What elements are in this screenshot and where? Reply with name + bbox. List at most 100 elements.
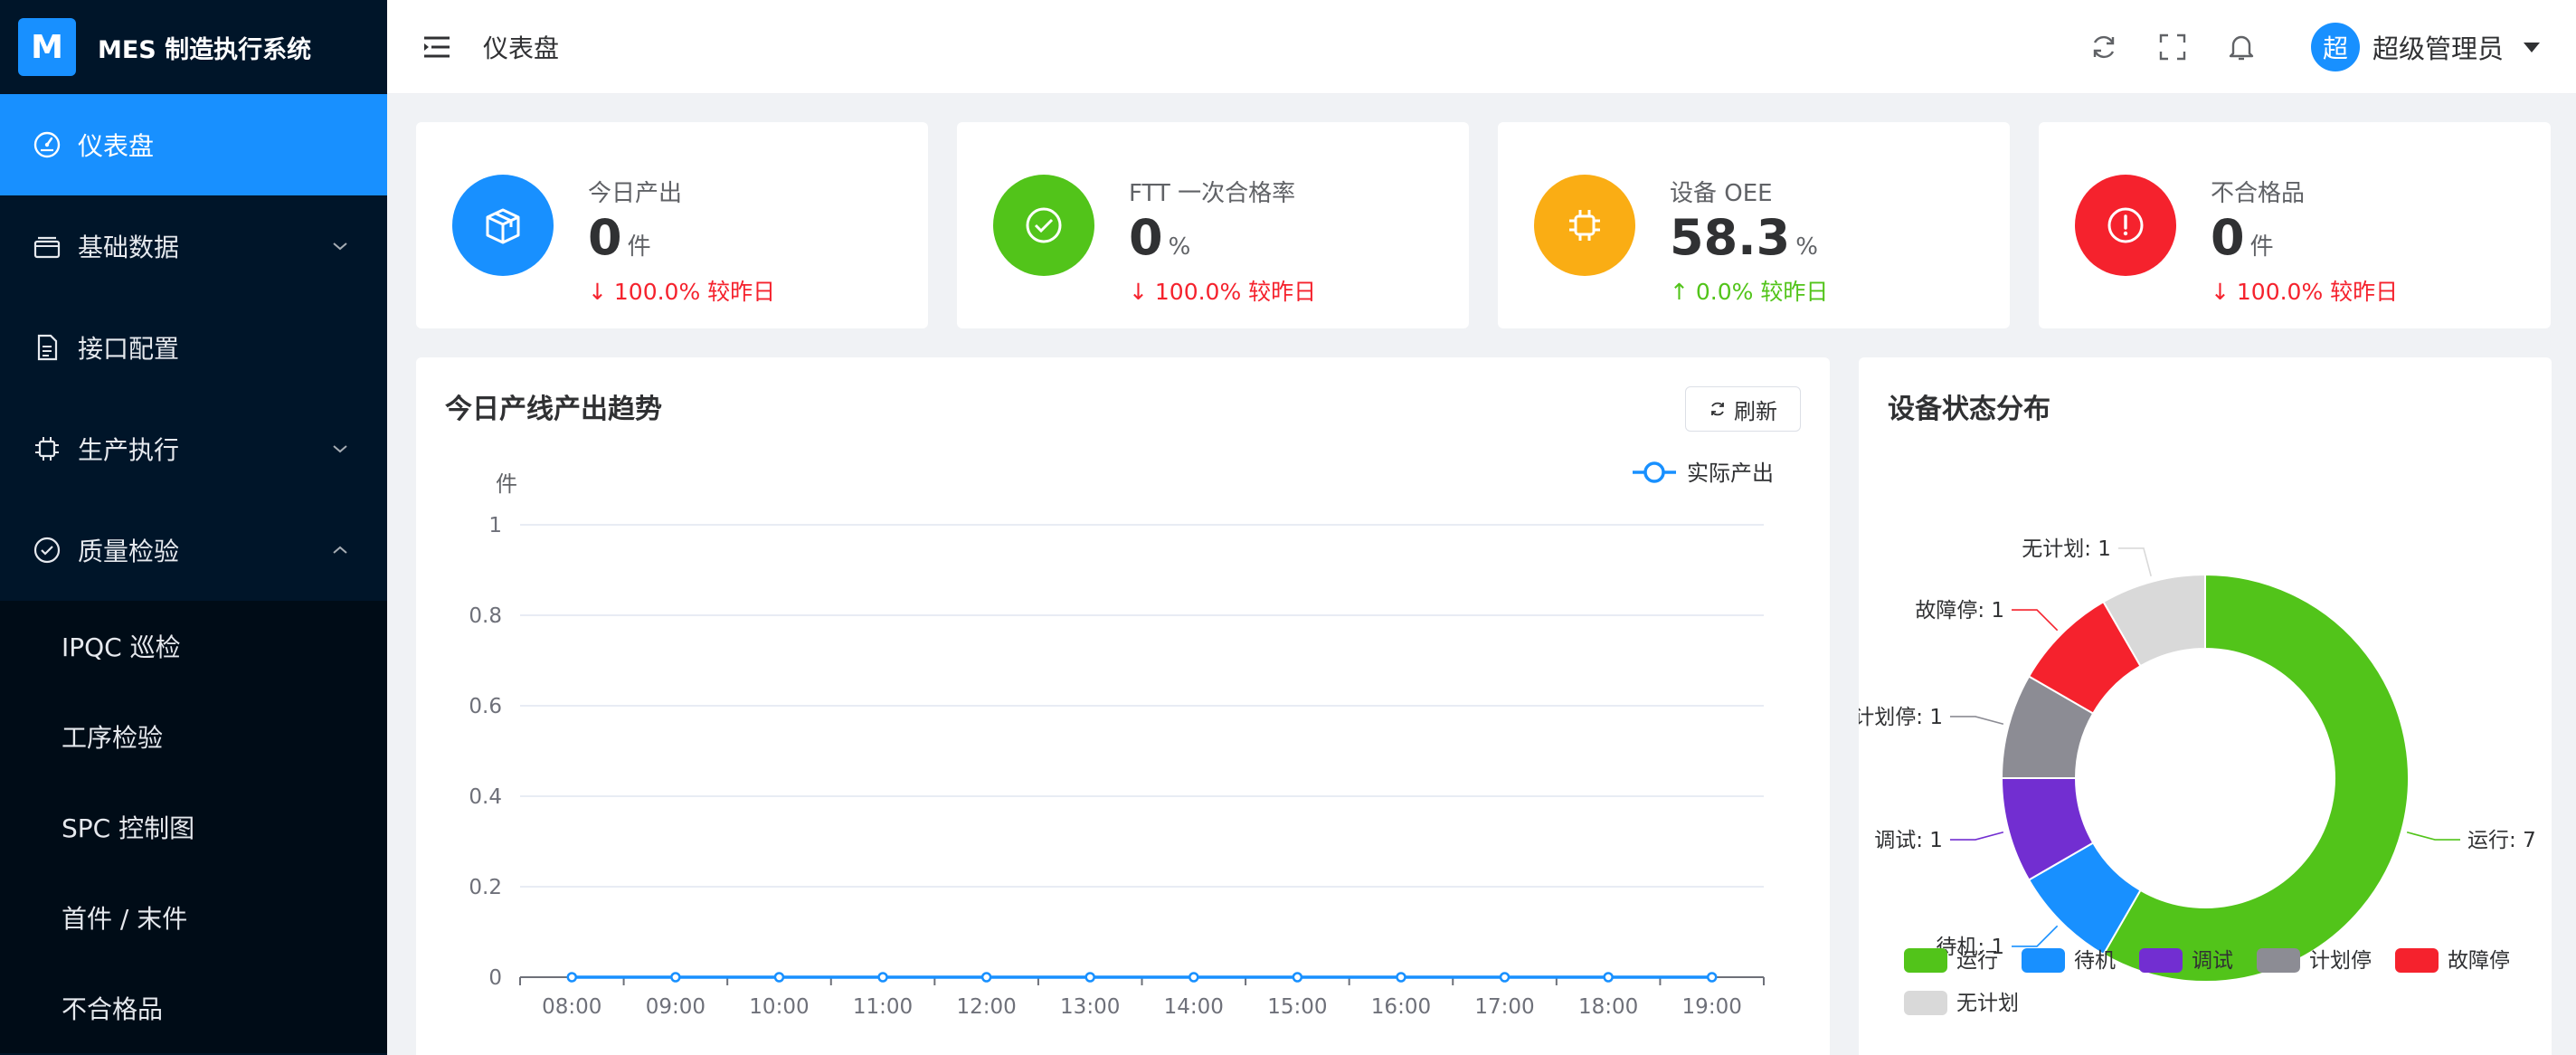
data-point bbox=[1292, 972, 1303, 983]
stat-card-oee: 设备 OEE 58.3% ↑ 0.0% 较昨日 bbox=[1498, 122, 2010, 328]
legend-label: 调试 bbox=[2192, 949, 2233, 973]
sidebar-item-label: 基础数据 bbox=[78, 233, 180, 262]
refresh-button[interactable]: 刷新 bbox=[1685, 386, 1801, 432]
x-tick-label: 16:00 bbox=[1371, 995, 1431, 1019]
caret-down-icon[interactable] bbox=[2524, 42, 2540, 52]
x-tick-label: 18:00 bbox=[1578, 995, 1638, 1019]
x-tick-label: 15:00 bbox=[1267, 995, 1327, 1019]
data-point bbox=[1706, 972, 1718, 983]
slice-label: 运行: 7 bbox=[2467, 829, 2536, 852]
avatar[interactable]: 超 bbox=[2310, 23, 2360, 71]
data-point bbox=[1084, 972, 1095, 983]
sidebar-item-base-data[interactable]: 基础数据 bbox=[0, 195, 387, 297]
stat-card-ftt: FTT 一次合格率 0% ↓ 100.0% 较昨日 bbox=[957, 122, 1469, 328]
chevron-down-icon bbox=[333, 242, 347, 251]
submenu-item-process-inspection[interactable]: 工序检验 bbox=[0, 691, 387, 782]
data-point bbox=[1499, 972, 1511, 983]
legend-label: 运行 bbox=[1956, 949, 1998, 973]
legend-label: 实际产出 bbox=[1687, 461, 1774, 486]
header-actions: 超 超级管理员 bbox=[2050, 0, 2540, 94]
submenu-item-nonconforming[interactable]: 不合格品 bbox=[0, 963, 387, 1053]
chart-title: 今日产线产出趋势 bbox=[445, 394, 662, 425]
check-circle-icon bbox=[993, 175, 1094, 276]
data-point bbox=[877, 972, 888, 983]
brand[interactable]: M MES 制造执行系统 bbox=[0, 0, 387, 94]
y-tick-label: 0.2 bbox=[469, 876, 502, 899]
slice-label: 计划停: 1 bbox=[1859, 706, 1943, 729]
sidebar-item-quality[interactable]: 质量检验 bbox=[0, 499, 387, 601]
stat-label: 不合格品 bbox=[2211, 180, 2306, 207]
x-tick-label: 13:00 bbox=[1060, 995, 1120, 1019]
y-tick-label: 0.8 bbox=[469, 604, 502, 628]
refresh-label: 刷新 bbox=[1734, 398, 1777, 424]
legend-swatch bbox=[2022, 948, 2065, 973]
submenu-item-spc[interactable]: SPC 控制图 bbox=[0, 782, 387, 872]
submenu-item-first-last[interactable]: 首件 / 末件 bbox=[0, 872, 387, 963]
stat-trend: ↓ 100.0% 较昨日 bbox=[2211, 279, 2399, 305]
slice-label: 无计划: 1 bbox=[2022, 537, 2111, 561]
line-chart: 件 0 0.2 0.4 0.6 0.8 1 08:00 09:00 10:00 11:00 12:00… bbox=[469, 461, 1774, 1019]
x-tick-label: 08:00 bbox=[542, 995, 601, 1019]
sidebar-item-label: 质量检验 bbox=[78, 537, 180, 566]
slice-label: 故障停: 1 bbox=[1915, 599, 2004, 623]
data-point bbox=[1189, 972, 1199, 983]
user-name[interactable]: 超级管理员 bbox=[2372, 28, 2504, 66]
x-tick-label: 17:00 bbox=[1474, 995, 1534, 1019]
sidebar-item-dashboard[interactable]: 仪表盘 bbox=[0, 94, 387, 195]
sidebar-item-production[interactable]: 生产执行 bbox=[0, 398, 387, 499]
sidebar-item-interface-config[interactable]: 接口配置 bbox=[0, 297, 387, 398]
data-point bbox=[1603, 972, 1614, 983]
stat-value: 0件 bbox=[2211, 209, 2274, 266]
alert-icon bbox=[2075, 175, 2176, 276]
legend-label: 无计划 bbox=[1956, 992, 2019, 1015]
fullscreen-icon[interactable] bbox=[2157, 32, 2188, 62]
data-point bbox=[773, 972, 785, 983]
y-tick-label: 1 bbox=[488, 514, 502, 537]
y-tick-label: 0.6 bbox=[469, 695, 502, 718]
stat-card-output: 今日产出 0件 ↓ 100.0% 较昨日 bbox=[416, 122, 928, 328]
label-leader bbox=[2117, 547, 2152, 577]
legend-swatch bbox=[2395, 948, 2439, 973]
chart-title: 设备状态分布 bbox=[1888, 394, 2050, 425]
x-tick-label: 11:00 bbox=[853, 995, 913, 1019]
hamburger-icon[interactable] bbox=[421, 33, 452, 61]
y-tick-label: 0.4 bbox=[469, 785, 502, 809]
stat-trend: ↓ 100.0% 较昨日 bbox=[588, 279, 776, 305]
refresh-icon[interactable] bbox=[2088, 32, 2119, 62]
legend-swatch bbox=[1904, 991, 1947, 1015]
label-leader bbox=[2012, 609, 2059, 632]
stat-trend: ↓ 100.0% 较昨日 bbox=[1129, 279, 1317, 305]
brand-logo: M bbox=[18, 18, 76, 76]
slice-label: 调试: 1 bbox=[1874, 829, 1943, 852]
check-circle-icon bbox=[33, 536, 62, 565]
data-point bbox=[670, 972, 681, 983]
status-donut-card: 运行: 7 待机: 1 调试: 1 计划停: 1 故障停: 1 无计划: 1 运行 待机 调试计… bbox=[1859, 357, 2552, 1055]
chip-icon bbox=[33, 434, 62, 463]
sidebar-item-label: 接口配置 bbox=[78, 334, 180, 364]
legend-label: 故障停 bbox=[2448, 949, 2510, 973]
stat-card-nonconforming: 不合格品 0件 ↓ 100.0% 较昨日 bbox=[2039, 122, 2551, 328]
submenu-item-ipqc[interactable]: IPQC 巡检 bbox=[0, 601, 387, 691]
sidebar: M MES 制造执行系统 仪表盘 基础数据 接口配置 生产执行 质量检验 IPQ… bbox=[0, 0, 387, 1055]
legend-swatch bbox=[2257, 948, 2300, 973]
document-icon bbox=[33, 333, 62, 362]
x-tick-label: 09:00 bbox=[646, 995, 706, 1019]
data-point bbox=[566, 972, 578, 983]
chevron-down-icon bbox=[333, 445, 347, 453]
legend-label: 计划停 bbox=[2309, 949, 2372, 973]
stat-label: 今日产出 bbox=[588, 180, 683, 207]
breadcrumb: 仪表盘 bbox=[483, 33, 560, 63]
refresh-icon bbox=[1711, 402, 1724, 416]
legend-swatch bbox=[1904, 948, 1947, 973]
stat-value: 58.3% bbox=[1670, 209, 1818, 266]
package-icon bbox=[452, 175, 554, 276]
bell-icon[interactable] bbox=[2226, 32, 2257, 62]
stat-value: 0件 bbox=[588, 209, 651, 266]
top-header: 仪表盘 超 超级管理员 bbox=[387, 0, 2576, 94]
y-axis-label: 件 bbox=[496, 471, 517, 497]
trend-chart-card: 件 0 0.2 0.4 0.6 0.8 1 08:00 09:00 10:00 11:00 12:00… bbox=[416, 357, 1830, 1055]
chip-icon bbox=[1534, 175, 1635, 276]
x-tick-label: 14:00 bbox=[1164, 995, 1224, 1019]
legend-label: 待机 bbox=[2074, 949, 2116, 973]
sidebar-item-label: 仪表盘 bbox=[78, 131, 155, 161]
